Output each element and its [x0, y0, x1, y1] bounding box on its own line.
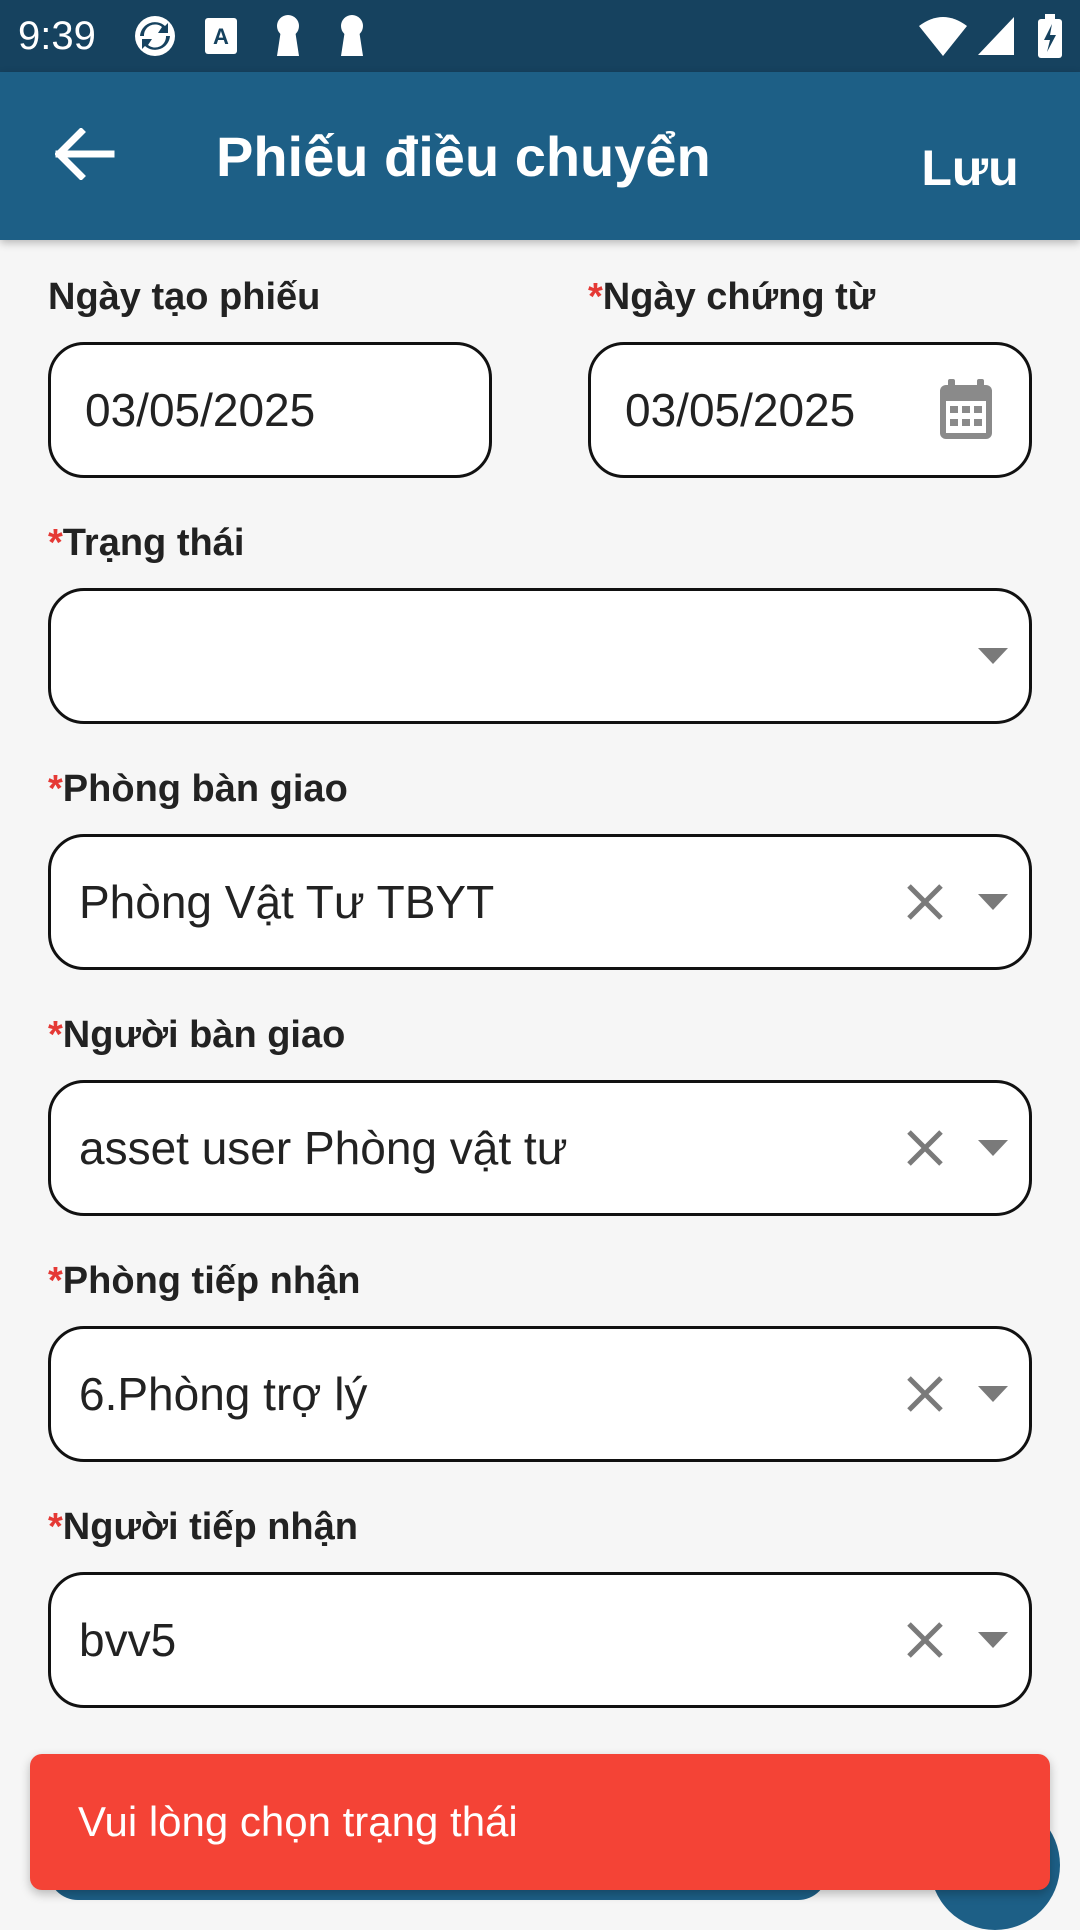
created-date-field[interactable]: 03/05/2025 [48, 342, 492, 478]
required-mark: * [48, 1260, 63, 1302]
close-icon[interactable] [895, 837, 955, 967]
handover-department-value: Phòng Vật Tư TBYT [79, 876, 495, 928]
receiving-department-label: *Phòng tiếp nhận [48, 1260, 361, 1302]
keyhole-icon [268, 12, 308, 60]
translate-icon: A [198, 12, 244, 60]
close-icon[interactable] [895, 1083, 955, 1213]
keyhole-icon [332, 12, 372, 60]
chevron-down-icon[interactable] [963, 1329, 1023, 1459]
chevron-down-icon[interactable] [963, 591, 1023, 721]
chevron-down-icon[interactable] [963, 1083, 1023, 1213]
status-select[interactable] [48, 588, 1032, 724]
status-bar: 9:39 A [0, 0, 1080, 72]
handover-department-label: *Phòng bàn giao [48, 768, 348, 810]
signal-icon [976, 12, 1016, 60]
handover-person-value: asset user Phòng vật tư [79, 1122, 568, 1174]
required-mark: * [588, 276, 603, 318]
document-date-field[interactable]: 03/05/2025 [588, 342, 1032, 478]
battery-charging-icon [1032, 12, 1068, 60]
close-icon[interactable] [895, 1575, 955, 1705]
snackbar-message: Vui lòng chọn trạng thái [78, 1798, 518, 1845]
document-date-label: *Ngày chứng từ [588, 276, 876, 318]
receiving-person-value: bvv5 [79, 1614, 177, 1666]
wifi-icon [918, 12, 968, 60]
receiving-person-label: *Người tiếp nhận [48, 1506, 358, 1548]
chevron-down-icon[interactable] [963, 1575, 1023, 1705]
required-mark: * [48, 1014, 63, 1056]
status-label: *Trạng thái [48, 522, 245, 564]
app-bar: Phiếu điều chuyển Lưu [0, 72, 1080, 240]
arrow-left-icon [54, 126, 115, 185]
calendar-icon[interactable] [931, 345, 1001, 475]
chevron-down-icon[interactable] [963, 837, 1023, 967]
back-button[interactable] [40, 116, 130, 196]
document-date-value: 03/05/2025 [625, 384, 856, 436]
sync-icon [130, 12, 180, 60]
receiving-department-select[interactable]: 6.Phòng trợ lý [48, 1326, 1032, 1462]
required-mark: * [48, 522, 63, 564]
error-snackbar: Vui lòng chọn trạng thái [30, 1754, 1050, 1890]
save-button[interactable]: Lưu [900, 128, 1040, 208]
handover-person-select[interactable]: asset user Phòng vật tư [48, 1080, 1032, 1216]
handover-department-select[interactable]: Phòng Vật Tư TBYT [48, 834, 1032, 970]
page-title: Phiếu điều chuyển [216, 125, 711, 188]
created-date-label: Ngày tạo phiếu [48, 276, 321, 318]
svg-text:A: A [213, 24, 229, 49]
required-mark: * [48, 768, 63, 810]
required-mark: * [48, 1506, 63, 1548]
handover-person-label: *Người bàn giao [48, 1014, 346, 1056]
receiving-department-value: 6.Phòng trợ lý [79, 1368, 368, 1420]
close-icon[interactable] [895, 1329, 955, 1459]
created-date-value: 03/05/2025 [85, 384, 316, 436]
status-time: 9:39 [18, 14, 96, 58]
receiving-person-select[interactable]: bvv5 [48, 1572, 1032, 1708]
